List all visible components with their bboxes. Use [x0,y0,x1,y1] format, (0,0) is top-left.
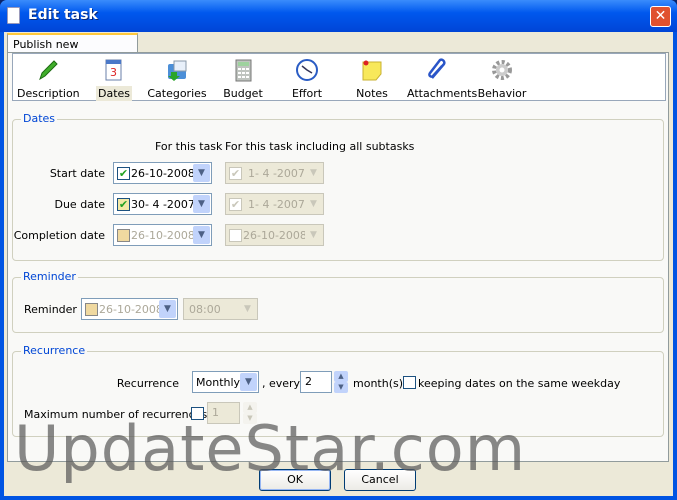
toolbar-categories[interactable]: Categories [144,58,210,101]
title-bar: Edit task ✕ [0,0,677,32]
completion-date-checkbox[interactable] [117,229,130,242]
chevron-down-icon: ▼ [305,195,322,213]
reminder-time-picker: 08:00 ▼ [183,298,258,320]
completion-date-label: Completion date [13,229,105,242]
toolbar-attachments[interactable]: Attachments [405,58,477,101]
window-icon [7,7,20,24]
edit-task-window: Edit task ✕ Publish new screenshots Desc… [0,0,677,500]
ok-button[interactable]: OK [259,469,331,491]
tab-panel: Description 3 Dates Categories Budget Ef… [7,52,669,462]
toolbar-budget[interactable]: Budget [210,58,276,101]
calculator-icon [235,59,252,82]
completion-date-subtasks: 26-10-2008 ▼ [225,224,324,246]
reminder-checkbox[interactable] [85,303,98,316]
start-date-picker[interactable]: ✔ 26-10-2008 ▼ [113,162,212,184]
completion-date-picker[interactable]: 26-10-2008 ▼ [113,224,212,246]
gear-icon [492,60,512,80]
chevron-down-icon[interactable]: ▼ [193,195,210,213]
max-recurrences-checkbox[interactable] [191,407,204,420]
chevron-down-icon[interactable]: ▼ [193,164,210,182]
page-toolbar: Description 3 Dates Categories Budget Ef… [12,53,666,101]
toolbar-behavior[interactable]: Behavior [469,58,535,101]
chevron-down-icon: ▼ [239,300,256,318]
reminder-date-picker[interactable]: 26-10-2008 ▼ [81,298,178,320]
chevron-down-icon[interactable]: ▼ [240,373,257,391]
due-date-label: Due date [54,198,105,211]
reminder-group: Reminder Reminder 26-10-2008 ▼ 08:00 ▼ [12,270,664,333]
recurrence-amount-input[interactable]: 2 [300,371,332,393]
cancel-button[interactable]: Cancel [344,469,416,491]
clock-icon [296,59,318,81]
start-date-checkbox[interactable]: ✔ [117,167,130,180]
svg-text:3: 3 [110,66,117,79]
max-recurrences-input: 1 [207,402,240,424]
tab-task[interactable]: Publish new screenshots [7,33,138,64]
calendar-icon: 3 [105,59,122,81]
due-date-picker[interactable]: ✔ 30- 4 -2007 ▼ [113,193,212,215]
window-title: Edit task [28,7,98,23]
recurrence-amount-stepper[interactable]: ▲ ▼ [334,371,348,393]
start-date-subtasks: ✔ 1- 4 -2007 ▼ [225,162,324,184]
note-icon [362,60,382,81]
chevron-down-icon: ▼ [305,226,322,244]
chevron-down-icon: ▼ [305,164,322,182]
dialog-body: Publish new screenshots Description 3 Da… [4,32,673,496]
toolbar-dates[interactable]: 3 Dates [81,58,147,101]
toolbar-notes[interactable]: Notes [339,58,405,101]
folder-icon [168,60,187,81]
chevron-down-icon[interactable]: ▼ [193,226,210,244]
pencil-icon [39,60,58,81]
toolbar-description[interactable]: Description [15,58,81,101]
dates-group: Dates For this task For this task includ… [12,112,664,261]
recurrence-group: Recurrence Recurrence Monthly ▼ , every 2… [12,344,664,437]
start-date-label: Start date [49,167,105,180]
recurrence-period-select[interactable]: Monthly ▼ [192,371,259,393]
due-date-checkbox[interactable]: ✔ [117,198,130,211]
chevron-down-icon[interactable]: ▼ [159,300,176,318]
due-date-subtasks: ✔ 1- 4 -2007 ▼ [225,193,324,215]
close-button[interactable]: ✕ [650,6,671,27]
same-weekday-checkbox[interactable] [403,376,416,389]
toolbar-effort[interactable]: Effort [274,58,340,101]
max-recurrences-stepper: ▲ ▼ [243,402,257,424]
paperclip-icon [428,58,446,79]
